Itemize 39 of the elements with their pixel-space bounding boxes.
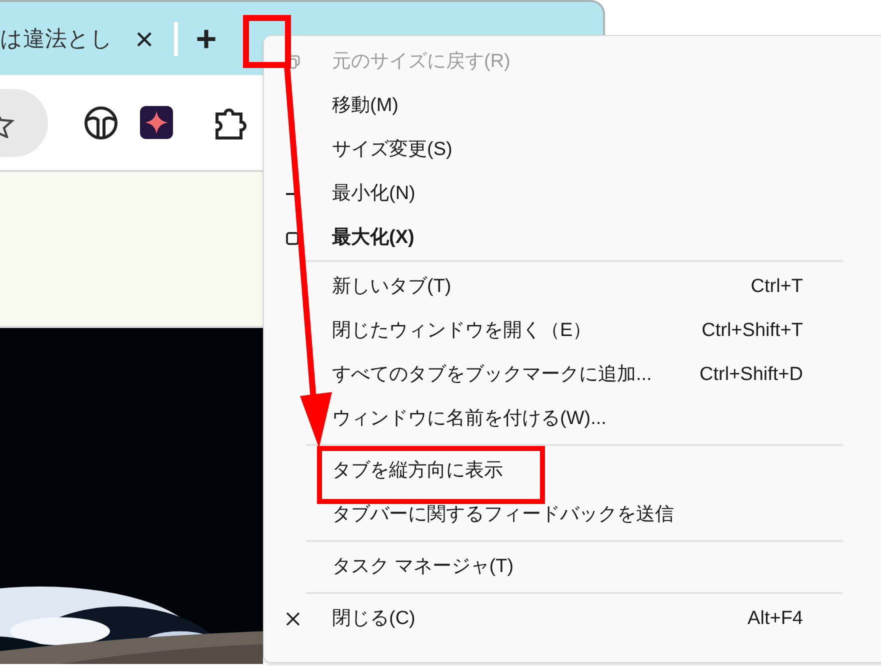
tab-close-button[interactable]: × — [135, 22, 154, 54]
tab-title[interactable]: は違法とし — [0, 22, 113, 55]
menu-item-label: 元のサイズに戻す(R) — [332, 50, 510, 74]
close-icon — [286, 612, 300, 626]
menu-item[interactable]: 最小化(N) — [264, 172, 881, 216]
menu-item[interactable]: 移動(M) — [264, 84, 881, 128]
shortcut-label: Ctrl+T — [750, 274, 803, 299]
new-tab-button[interactable]: + — [196, 20, 217, 56]
puzzle-icon[interactable] — [215, 106, 247, 140]
menu-item[interactable]: 閉じる(C) Alt+F4 — [264, 597, 843, 641]
menu-item-label: すべてのタブをブックマークに追加... — [332, 362, 652, 387]
menu-item-label: 新しいタブ(T) — [332, 274, 452, 299]
menu-item[interactable]: 新しいタブ(T) Ctrl+T — [264, 265, 843, 309]
menu-item-label: タスク マネージャ(T) — [332, 554, 514, 579]
menu-item[interactable]: タブバーに関するフィードバックを送信 — [264, 493, 843, 537]
shortcut-label: Alt+F4 — [748, 606, 803, 631]
menu-item[interactable]: 最大化(X) — [264, 216, 881, 260]
shortcut-label: Ctrl+Shift+D — [700, 362, 803, 387]
menu-item-label: 最大化(X) — [332, 226, 414, 250]
menu-item-label: 閉じたウィンドウを開く（E） — [332, 318, 592, 343]
menu-item[interactable]: 閉じたウィンドウを開く（E） Ctrl+Shift+T — [264, 309, 843, 353]
menu-item[interactable]: すべてのタブをブックマークに追加... Ctrl+Shift+D — [264, 353, 843, 397]
menu-item[interactable]: ウィンドウに名前を付ける(W)... — [264, 397, 843, 441]
address-bar[interactable] — [0, 88, 48, 156]
highlight-frame — [243, 15, 291, 68]
menu-item[interactable]: タブを縦方向に表示 — [264, 449, 843, 493]
menu-item-label: 閉じる(C) — [332, 606, 416, 631]
circle-icon[interactable] — [84, 106, 118, 140]
sparkle-app-icon[interactable] — [140, 106, 173, 139]
menu-item-label: 最小化(N) — [332, 182, 416, 206]
menu-item-label: サイズ変更(S) — [332, 138, 452, 162]
menu-item-label: タブを縦方向に表示 — [332, 458, 503, 483]
menu-item-label: タブバーに関するフィードバックを送信 — [332, 502, 674, 527]
menu-item[interactable]: サイズ変更(S) — [264, 128, 881, 172]
shortcut-label: Ctrl+Shift+T — [702, 318, 803, 343]
menu-item[interactable]: タスク マネージャ(T) — [264, 545, 843, 589]
menu-item-label: ウィンドウに名前を付ける(W)... — [332, 406, 606, 431]
menu-item-label: 移動(M) — [332, 94, 398, 118]
maximize-icon — [286, 232, 299, 244]
